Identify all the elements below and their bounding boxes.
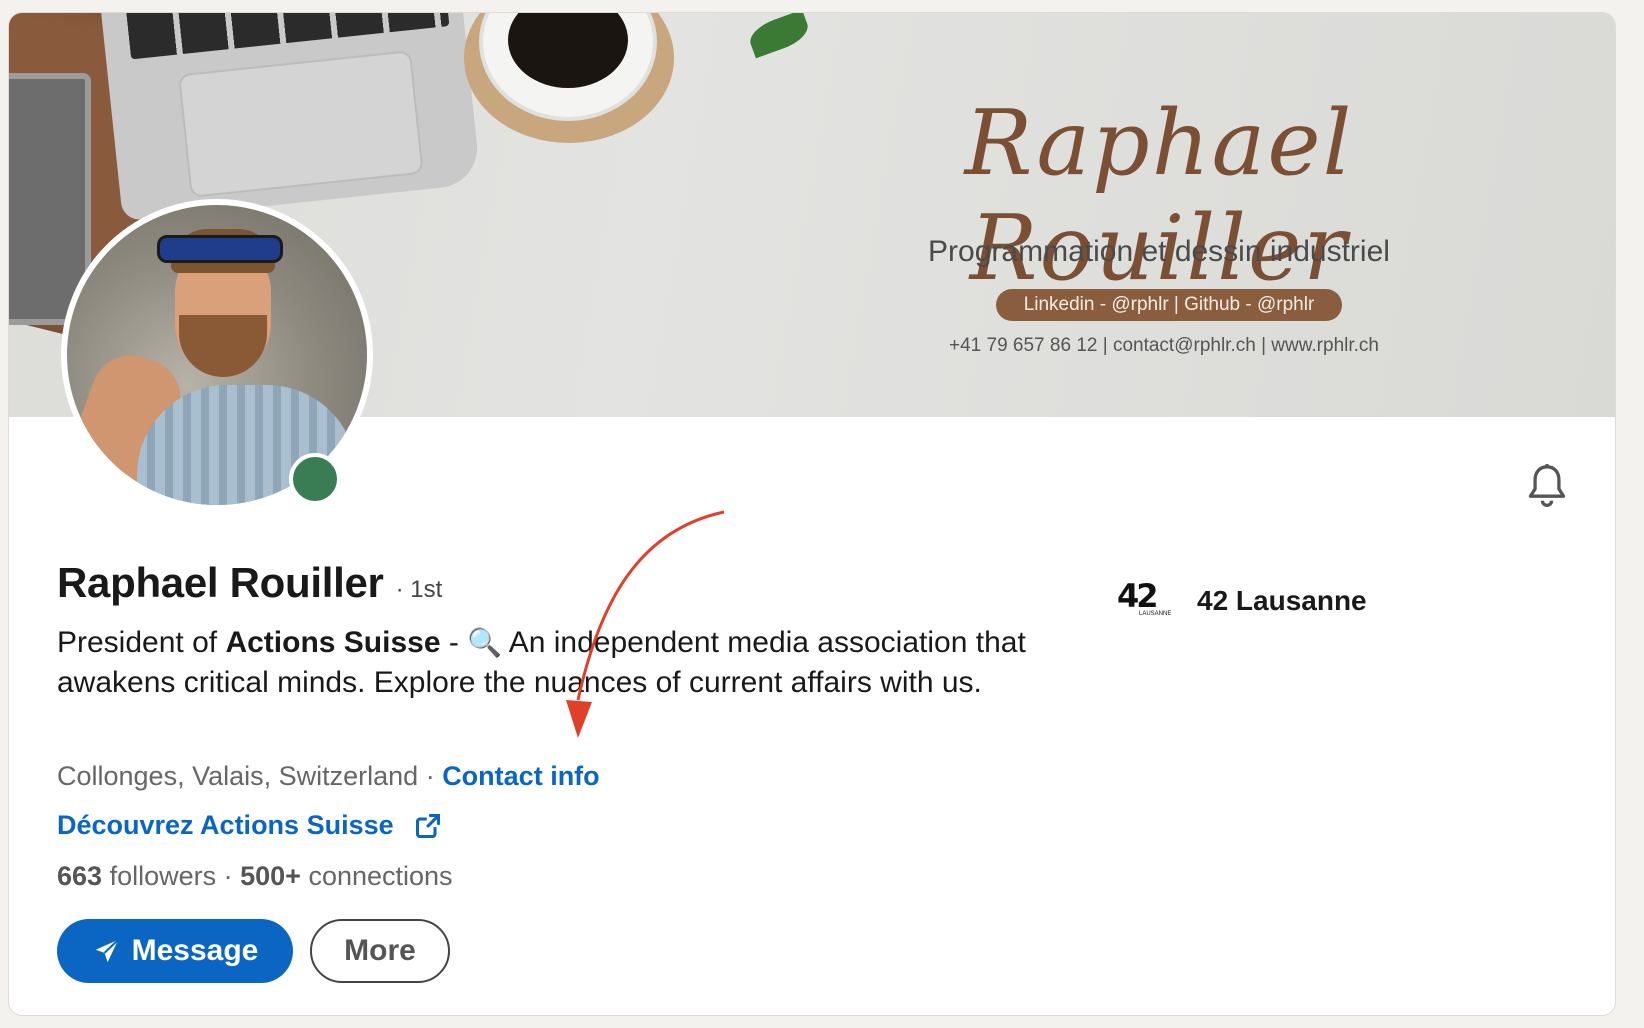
org-logo-small: LAUSANNE [1139, 611, 1172, 617]
org-logo: 42 LAUSANNE [1117, 580, 1175, 621]
banner-script-name: Raphael Rouiller [964, 91, 1354, 301]
network-stats: 663 followers · 500+ connections [57, 861, 453, 892]
banner-subtitle: Programmation et dessin industriel [928, 235, 1390, 268]
more-button[interactable]: More [310, 919, 450, 983]
headline-prefix: President of [57, 626, 226, 659]
website-link[interactable]: Découvrez Actions Suisse [57, 810, 442, 841]
stats-separator: · [216, 861, 241, 891]
profile-card: Raphael Rouiller Programmation et dessin… [8, 12, 1616, 1016]
followers-count[interactable]: 663 [57, 861, 102, 891]
online-status-indicator [289, 453, 341, 505]
paper-plane-icon [95, 939, 119, 963]
name-row: Raphael Rouiller · 1st [57, 559, 442, 607]
organization-entry[interactable]: 42 LAUSANNE 42 Lausanne [1117, 580, 1367, 621]
profile-headline: President of Actions Suisse - 🔍 An indep… [57, 623, 1047, 703]
magnifier-emoji: 🔍 [467, 627, 503, 658]
connections-label[interactable]: connections [301, 861, 452, 891]
banner-leaf [745, 13, 813, 59]
profile-name: Raphael Rouiller [57, 559, 384, 606]
org-name: 42 Lausanne [1197, 585, 1367, 616]
location-row: Collonges, Valais, Switzerland · Contact… [57, 761, 600, 792]
contact-info-link[interactable]: Contact info [442, 761, 599, 791]
headline-dash: - [440, 626, 468, 659]
followers-label[interactable]: followers [102, 861, 217, 891]
banner-contact-line: +41 79 657 86 12 | contact@rphlr.ch | ww… [949, 335, 1379, 356]
message-button[interactable]: Message [57, 919, 293, 983]
connection-degree: · 1st [395, 576, 443, 603]
website-link-label: Découvrez Actions Suisse [57, 810, 394, 840]
more-button-label: More [344, 934, 416, 967]
message-button-label: Message [131, 934, 259, 967]
banner-social-pill: Linkedin - @rphlr | Github - @rphlr [996, 289, 1342, 321]
location-text: Collonges, Valais, Switzerland [57, 761, 419, 791]
org-logo-text: 42 [1117, 577, 1158, 615]
bell-icon[interactable] [1525, 461, 1569, 513]
headline-org: Actions Suisse [225, 626, 441, 659]
external-link-icon [415, 813, 440, 838]
location-separator: · [418, 761, 443, 791]
connections-count[interactable]: 500+ [240, 861, 301, 891]
banner-laptop [96, 13, 482, 222]
